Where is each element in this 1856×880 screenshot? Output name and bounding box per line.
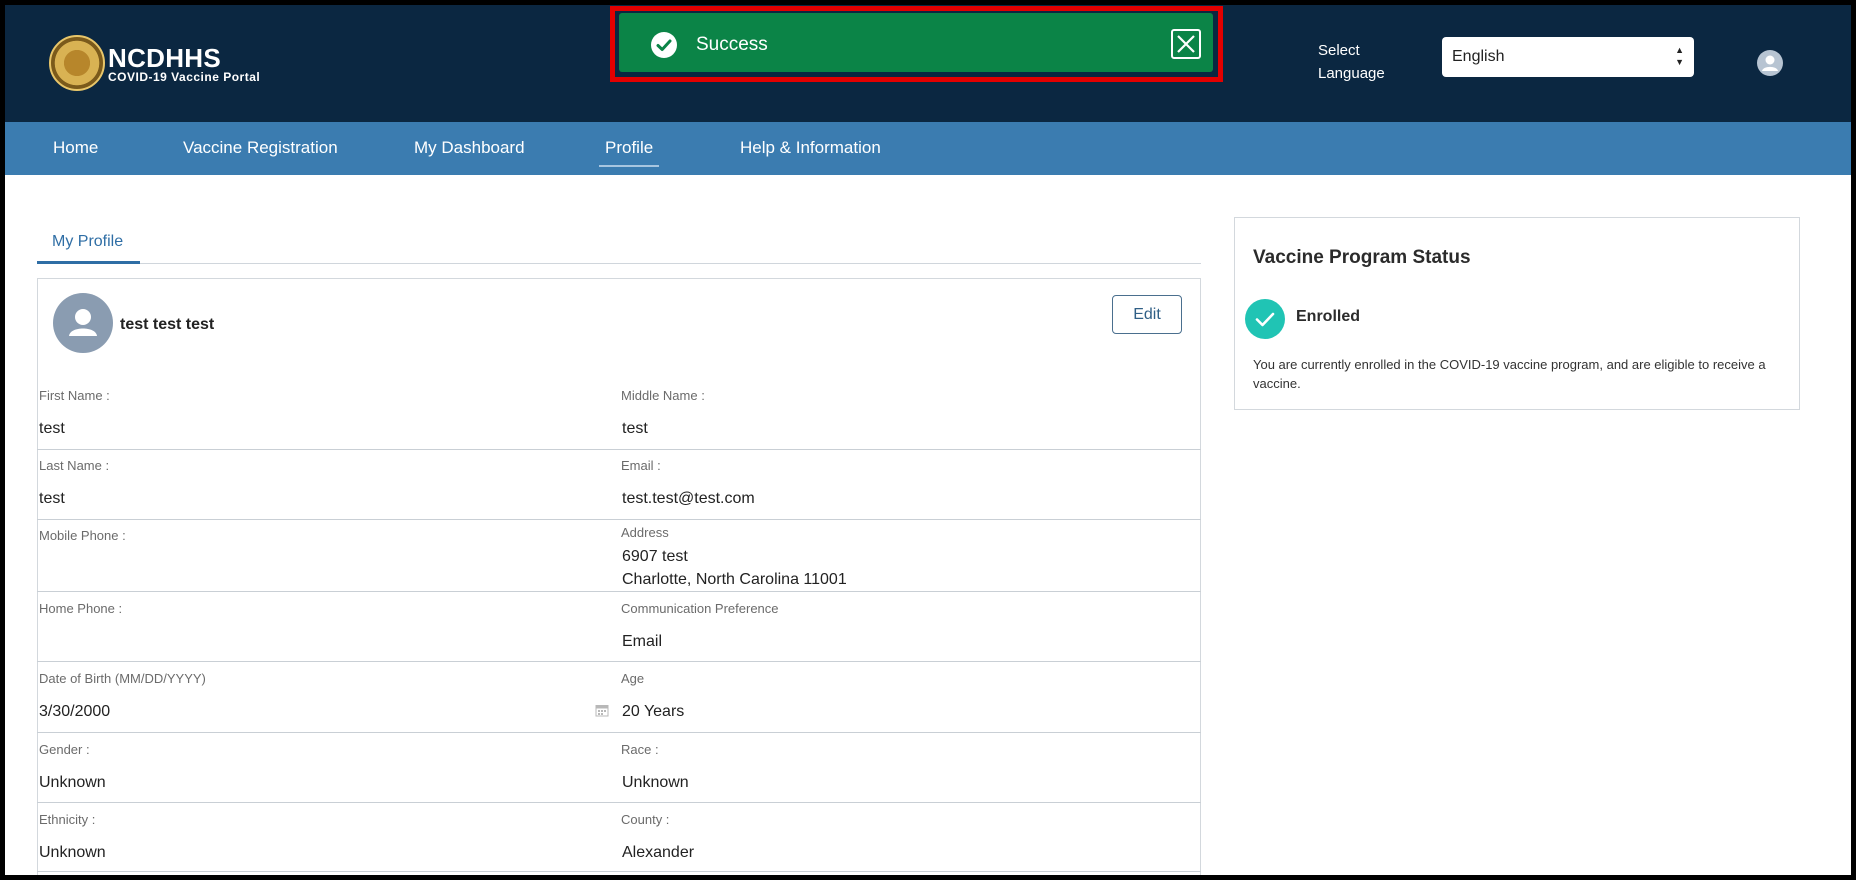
home-phone-label: Home Phone : [39,601,123,616]
row-divider [37,519,1201,520]
calendar-icon [595,703,609,722]
last-name-value: test [39,490,65,507]
dob-label: Date of Birth (MM/DD/YYYY) [39,671,206,686]
vaccine-status-value: Enrolled [1296,308,1361,325]
profile-card [37,278,1201,875]
user-icon [1762,55,1778,71]
main-nav: Home Vaccine Registration My Dashboard P… [5,122,1851,175]
communication-preference-value: Email [622,633,663,650]
county-value: Alexander [622,844,695,861]
logo-subtitle: COVID-19 Vaccine Portal [108,70,261,84]
tab-active-indicator [37,261,140,264]
check-circle-icon [651,32,677,58]
gender-label: Gender : [39,742,90,757]
user-menu-avatar[interactable] [1757,50,1783,76]
address-line2: Charlotte, North Carolina 11001 [622,571,847,588]
vaccine-status-description: You are currently enrolled in the COVID-… [1253,357,1766,391]
gender-value: Unknown [39,774,106,791]
language-label: Select Language [1318,42,1385,82]
ethnicity-value: Unknown [39,844,106,861]
toast-message: Success [696,34,768,55]
address-label: Address [621,525,669,540]
middle-name-value: test [622,420,648,437]
row-divider [37,871,1201,872]
ncdhhs-seal-logo [49,35,105,91]
email-value: test.test@test.com [622,490,755,507]
mobile-phone-label: Mobile Phone : [39,528,126,543]
nav-profile[interactable]: Profile [599,122,660,167]
first-name-label: First Name : [39,388,110,403]
language-select-value: English [1452,48,1505,65]
nav-home[interactable]: Home [53,122,98,175]
address-line1: 6907 test [622,548,688,565]
race-value: Unknown [622,774,689,791]
age-label: Age [621,671,645,686]
row-divider [37,661,1201,662]
user-icon [69,309,97,336]
row-divider [37,802,1201,803]
ethnicity-label: Ethnicity : [39,812,96,827]
success-toast: Success [619,13,1213,72]
page-frame: NCDHHS COVID-19 Vaccine Portal Select La… [5,5,1851,875]
age-value: 20 Years [622,703,685,720]
row-divider [37,591,1201,592]
edit-profile-button[interactable]: Edit [1112,295,1182,334]
row-divider [37,449,1201,450]
profile-full-name: test test test [120,316,215,333]
check-circle-icon [1245,299,1285,339]
row-divider [37,732,1201,733]
communication-preference-label: Communication Preference [621,601,779,616]
vaccine-status-title: Vaccine Program Status [1253,247,1471,268]
toast-close-button[interactable] [1171,29,1201,59]
middle-name-label: Middle Name : [621,388,705,403]
nav-vaccine-registration[interactable]: Vaccine Registration [183,122,338,175]
race-label: Race : [621,742,659,757]
language-select[interactable]: English ▲ ▼ [1442,37,1694,77]
first-name-value: test [39,420,65,437]
close-icon [1177,35,1195,53]
profile-avatar [53,293,113,353]
dob-value: 3/30/2000 [39,703,111,720]
nav-my-dashboard[interactable]: My Dashboard [414,122,525,175]
last-name-label: Last Name : [39,458,110,473]
county-label: County : [621,812,670,827]
nav-help-information[interactable]: Help & Information [740,122,881,175]
sort-arrows-icon: ▲ ▼ [1675,45,1684,67]
email-label: Email : [621,458,661,473]
tab-my-profile[interactable]: My Profile [52,233,123,251]
tab-divider [37,263,1201,264]
